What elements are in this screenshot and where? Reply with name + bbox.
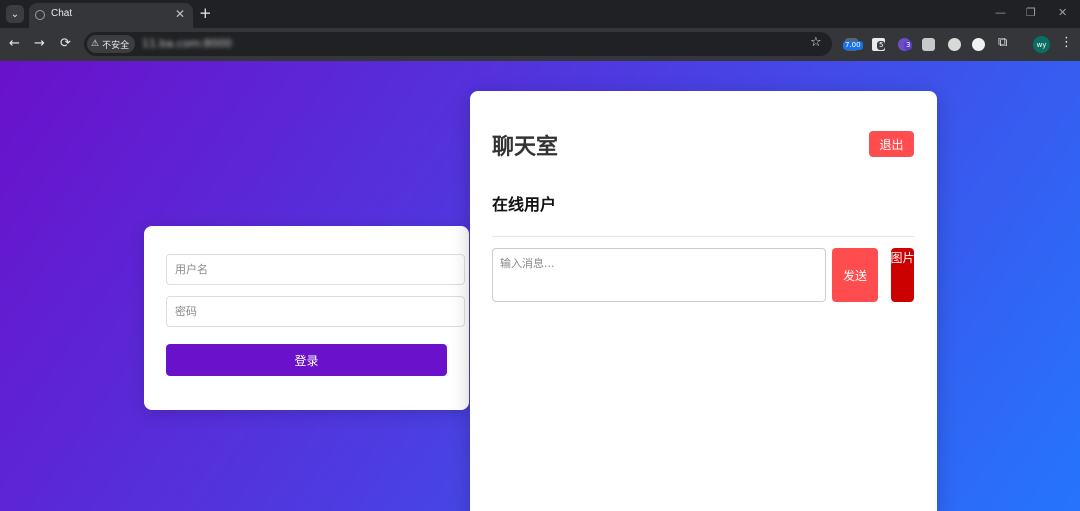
page-viewport: 登录 聊天室 退出 在线用户 发送 图片 <box>0 61 1080 511</box>
extension-badge: 3 <box>904 41 913 50</box>
message-input[interactable] <box>492 248 826 302</box>
chat-panel: 聊天室 退出 在线用户 发送 图片 <box>470 91 937 511</box>
bookmark-star-icon[interactable]: ☆ <box>810 35 822 50</box>
password-input[interactable] <box>166 296 465 327</box>
address-bar[interactable]: ⚠ 不安全 11.ba.com:8000 ☆ <box>84 32 832 56</box>
send-button[interactable]: 发送 <box>832 248 878 302</box>
warning-icon: ⚠ <box>91 39 100 49</box>
logout-button[interactable]: 退出 <box>869 131 914 157</box>
reload-icon[interactable]: ⟳ <box>60 36 71 51</box>
online-users-heading: 在线用户 <box>492 195 557 214</box>
url-text: 11.ba.com:8000 <box>142 37 232 50</box>
browser-tabstrip: ⌄ Chat ✕ + — ❐ ✕ <box>0 0 1080 28</box>
login-button[interactable]: 登录 <box>166 344 447 376</box>
globe-icon <box>35 10 45 20</box>
extension-cloud-icon[interactable] <box>948 38 961 51</box>
tab-search-icon[interactable]: ⌄ <box>6 5 24 23</box>
security-label: 不安全 <box>102 40 130 51</box>
extensions-puzzle-icon[interactable]: ⧉ <box>998 35 1007 50</box>
extension-panda-icon[interactable] <box>972 38 985 51</box>
extension-badge: 7.00 <box>843 41 863 50</box>
minimize-icon[interactable]: — <box>995 6 1006 19</box>
username-input[interactable] <box>166 254 465 285</box>
browser-tab[interactable]: Chat ✕ <box>29 3 193 28</box>
extension-cat-icon[interactable] <box>922 38 935 51</box>
image-button-label: 图片 <box>890 251 915 265</box>
forward-arrow-icon[interactable]: → <box>34 36 45 51</box>
new-tab-icon[interactable]: + <box>199 4 212 22</box>
more-menu-icon[interactable]: ⋮ <box>1060 35 1073 50</box>
login-card: 登录 <box>144 226 469 410</box>
restore-icon[interactable]: ❐ <box>1026 6 1036 19</box>
divider <box>492 236 914 237</box>
profile-avatar[interactable]: wy <box>1033 36 1050 53</box>
chat-title: 聊天室 <box>492 135 559 160</box>
extension-badge: 5 <box>877 41 886 50</box>
browser-toolbar: ← → ⟳ ⚠ 不安全 11.ba.com:8000 ☆ 7.00 5 3 ⧉ … <box>0 28 1080 61</box>
window-close-icon[interactable]: ✕ <box>1058 6 1067 19</box>
close-icon[interactable]: ✕ <box>175 7 185 21</box>
back-arrow-icon[interactable]: ← <box>9 36 20 51</box>
image-upload-button[interactable]: 图片 <box>890 248 915 302</box>
security-chip[interactable]: ⚠ 不安全 <box>87 35 136 53</box>
tab-title: Chat <box>51 8 73 19</box>
